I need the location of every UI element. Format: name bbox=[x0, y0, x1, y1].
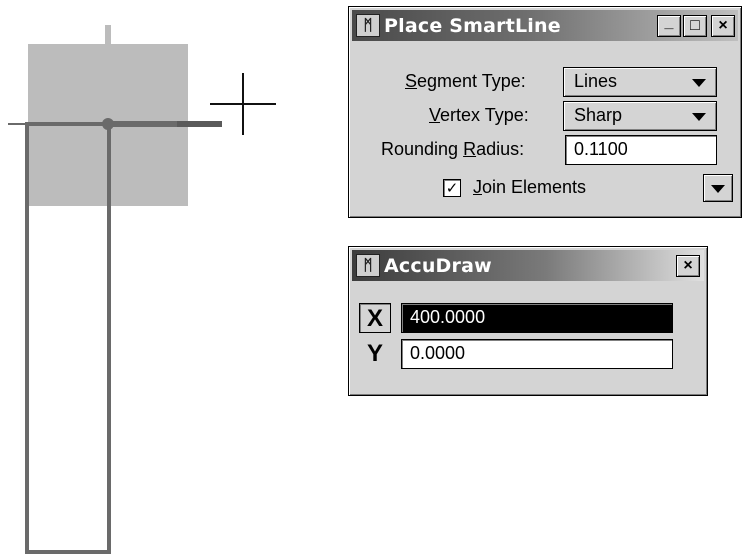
y-value: 0.0000 bbox=[410, 343, 466, 363]
placed-rectangle bbox=[25, 122, 111, 554]
y-axis-lock[interactable]: Y bbox=[359, 339, 391, 369]
x-axis-lock[interactable]: X bbox=[359, 303, 391, 333]
close-icon: × bbox=[683, 257, 693, 274]
drawing-canvas[interactable] bbox=[0, 0, 340, 554]
vertex-type-value: Sharp bbox=[574, 105, 623, 125]
y-value-input[interactable]: 0.0000 bbox=[401, 339, 673, 369]
chevron-down-icon bbox=[692, 79, 706, 87]
join-elements-label[interactable]: Join Elements bbox=[473, 177, 586, 198]
close-button[interactable]: × bbox=[711, 15, 735, 37]
close-icon: × bbox=[718, 17, 728, 34]
join-elements-checkbox[interactable]: ✓ bbox=[443, 179, 461, 197]
more-options-button[interactable] bbox=[703, 174, 733, 202]
x-value: 400.0000 bbox=[410, 307, 486, 327]
microstation-logo-icon: ᛗ bbox=[356, 14, 380, 37]
x-value-input[interactable]: 400.0000 bbox=[401, 303, 673, 333]
place-smartline-dialog: ᛗ Place SmartLine _ □ × Segment Type: Li… bbox=[348, 6, 742, 218]
checkmark-icon: ✓ bbox=[445, 179, 459, 197]
minimize-button[interactable]: _ bbox=[657, 14, 681, 37]
vertex-marker bbox=[102, 118, 114, 130]
vertex-type-select[interactable]: Sharp bbox=[563, 101, 717, 131]
vertex-type-label: Vertex Type: bbox=[429, 105, 529, 125]
crosshair-icon-vertical bbox=[242, 73, 244, 135]
maximize-icon: □ bbox=[690, 17, 700, 34]
title-bar[interactable]: ᛗ AccuDraw × bbox=[352, 250, 704, 281]
microstation-logo-icon: ᛗ bbox=[356, 254, 380, 277]
rounding-radius-value: 0.1100 bbox=[574, 139, 628, 159]
close-button[interactable]: × bbox=[676, 255, 700, 277]
compass-axis-indicator bbox=[105, 25, 111, 61]
minimize-icon: _ bbox=[664, 14, 674, 31]
accudraw-dialog: ᛗ AccuDraw × X 400.0000 Y 0.0000 bbox=[348, 246, 708, 396]
reference-line bbox=[8, 123, 34, 125]
rounding-radius-input[interactable]: 0.1100 bbox=[565, 135, 717, 165]
segment-type-value: Lines bbox=[574, 71, 618, 91]
title-bar[interactable]: ᛗ Place SmartLine _ □ × bbox=[352, 10, 738, 41]
chevron-down-icon bbox=[711, 185, 725, 193]
segment-type-select[interactable]: Lines bbox=[563, 67, 717, 97]
segment-type-label: Segment Type: bbox=[405, 71, 526, 91]
dialog-title: Place SmartLine bbox=[384, 15, 561, 37]
rounding-radius-label: Rounding Radius: bbox=[381, 139, 525, 159]
maximize-button[interactable]: □ bbox=[683, 15, 707, 37]
dynamic-line-segment bbox=[104, 121, 222, 127]
dialog-title: AccuDraw bbox=[384, 255, 492, 277]
chevron-down-icon bbox=[692, 113, 706, 121]
